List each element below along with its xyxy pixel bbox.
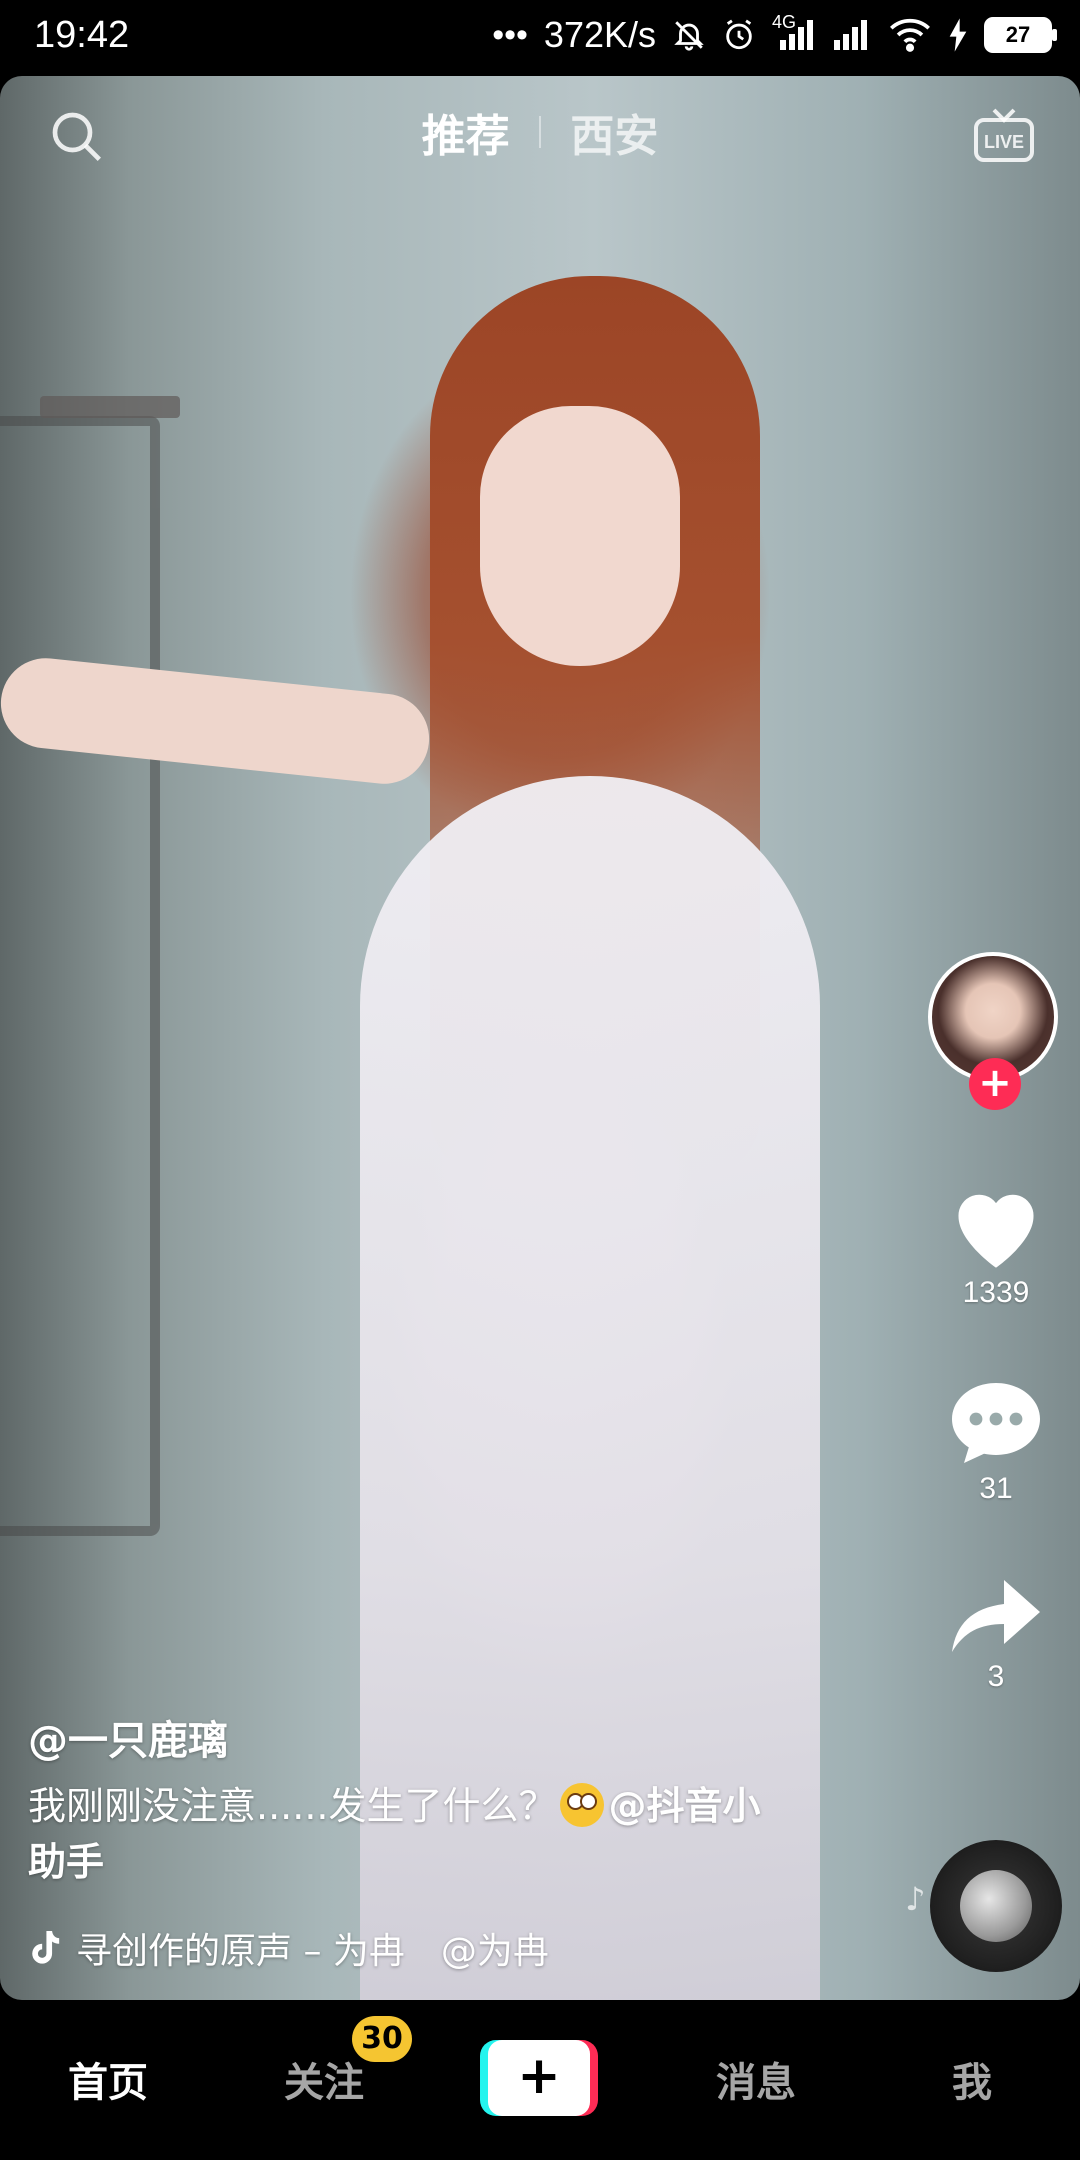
bottom-navigation: 首页 关注 30 + 消息 我 bbox=[0, 2000, 1080, 2160]
nav-home[interactable]: 首页 bbox=[28, 2050, 188, 2108]
tab-local[interactable]: 西安 bbox=[570, 100, 658, 164]
description-mention[interactable]: @抖音小 bbox=[608, 1784, 760, 1828]
music-mention: @为冉 bbox=[440, 1931, 549, 1972]
music-note-icon: ♪ bbox=[905, 1880, 926, 1918]
video-person-face bbox=[480, 406, 680, 666]
status-icons: ••• 372K/s 4G 27 bbox=[492, 12, 1057, 56]
description-mention-continued[interactable]: 助手 bbox=[28, 1840, 104, 1884]
video-description: 我刚刚没注意......发生了什么？ @抖音小 助手 bbox=[28, 1778, 808, 1890]
share-button[interactable]: 3 bbox=[928, 1576, 1064, 1694]
follow-button[interactable]: + bbox=[969, 1058, 1021, 1110]
video-background-door bbox=[0, 416, 160, 1536]
music-info[interactable]: 寻创作的原声 – 为冉 @为冉 bbox=[28, 1922, 549, 1974]
tiktok-note-icon bbox=[32, 1931, 60, 1964]
network-speed: 372K/s bbox=[543, 14, 656, 55]
following-badge: 30 bbox=[352, 2016, 412, 2062]
top-tabs: 推荐 西安 bbox=[0, 100, 1080, 164]
alarm-icon bbox=[722, 18, 756, 52]
comment-count: 31 bbox=[979, 1472, 1013, 1505]
like-count: 1339 bbox=[962, 1276, 1030, 1309]
share-arrow-icon bbox=[952, 1580, 1040, 1652]
comment-icon bbox=[952, 1383, 1040, 1463]
live-icon[interactable]: LIVE bbox=[972, 106, 1036, 166]
flushed-emoji-icon bbox=[560, 1783, 605, 1827]
like-button[interactable]: 1339 bbox=[928, 1180, 1064, 1310]
create-button[interactable]: + bbox=[480, 2040, 598, 2116]
wifi-icon bbox=[888, 18, 932, 52]
nav-me[interactable]: 我 bbox=[892, 2050, 1052, 2108]
tab-divider bbox=[539, 116, 541, 148]
battery-indicator: 27 bbox=[984, 17, 1057, 53]
music-title: 寻创作的原声 – 为冉 bbox=[76, 1931, 405, 1972]
heart-icon bbox=[958, 1194, 1034, 1268]
comment-button[interactable]: 31 bbox=[928, 1378, 1064, 1506]
signal-4g-icon: 4G bbox=[772, 12, 816, 52]
status-time: 19:42 bbox=[34, 14, 130, 56]
signal-icon bbox=[832, 18, 872, 52]
dots-icon: ••• bbox=[492, 15, 528, 54]
tab-recommend[interactable]: 推荐 bbox=[422, 100, 510, 164]
author-name[interactable]: @一只鹿璃 bbox=[28, 1708, 228, 1766]
share-count: 3 bbox=[987, 1660, 1005, 1693]
music-disc[interactable] bbox=[930, 1840, 1062, 1972]
charging-icon bbox=[948, 18, 968, 52]
network-type: 4G bbox=[772, 12, 797, 32]
video-background-handle bbox=[40, 396, 180, 418]
create-plus-icon: + bbox=[488, 2040, 590, 2116]
mute-bell-icon bbox=[672, 18, 706, 52]
status-bar: 19:42 ••• 372K/s 4G 27 bbox=[0, 0, 1080, 76]
music-disc-cover bbox=[960, 1870, 1032, 1942]
nav-messages[interactable]: 消息 bbox=[676, 2050, 836, 2108]
description-text: 我刚刚没注意......发生了什么？ bbox=[28, 1784, 557, 1828]
live-label: LIVE bbox=[984, 132, 1024, 152]
